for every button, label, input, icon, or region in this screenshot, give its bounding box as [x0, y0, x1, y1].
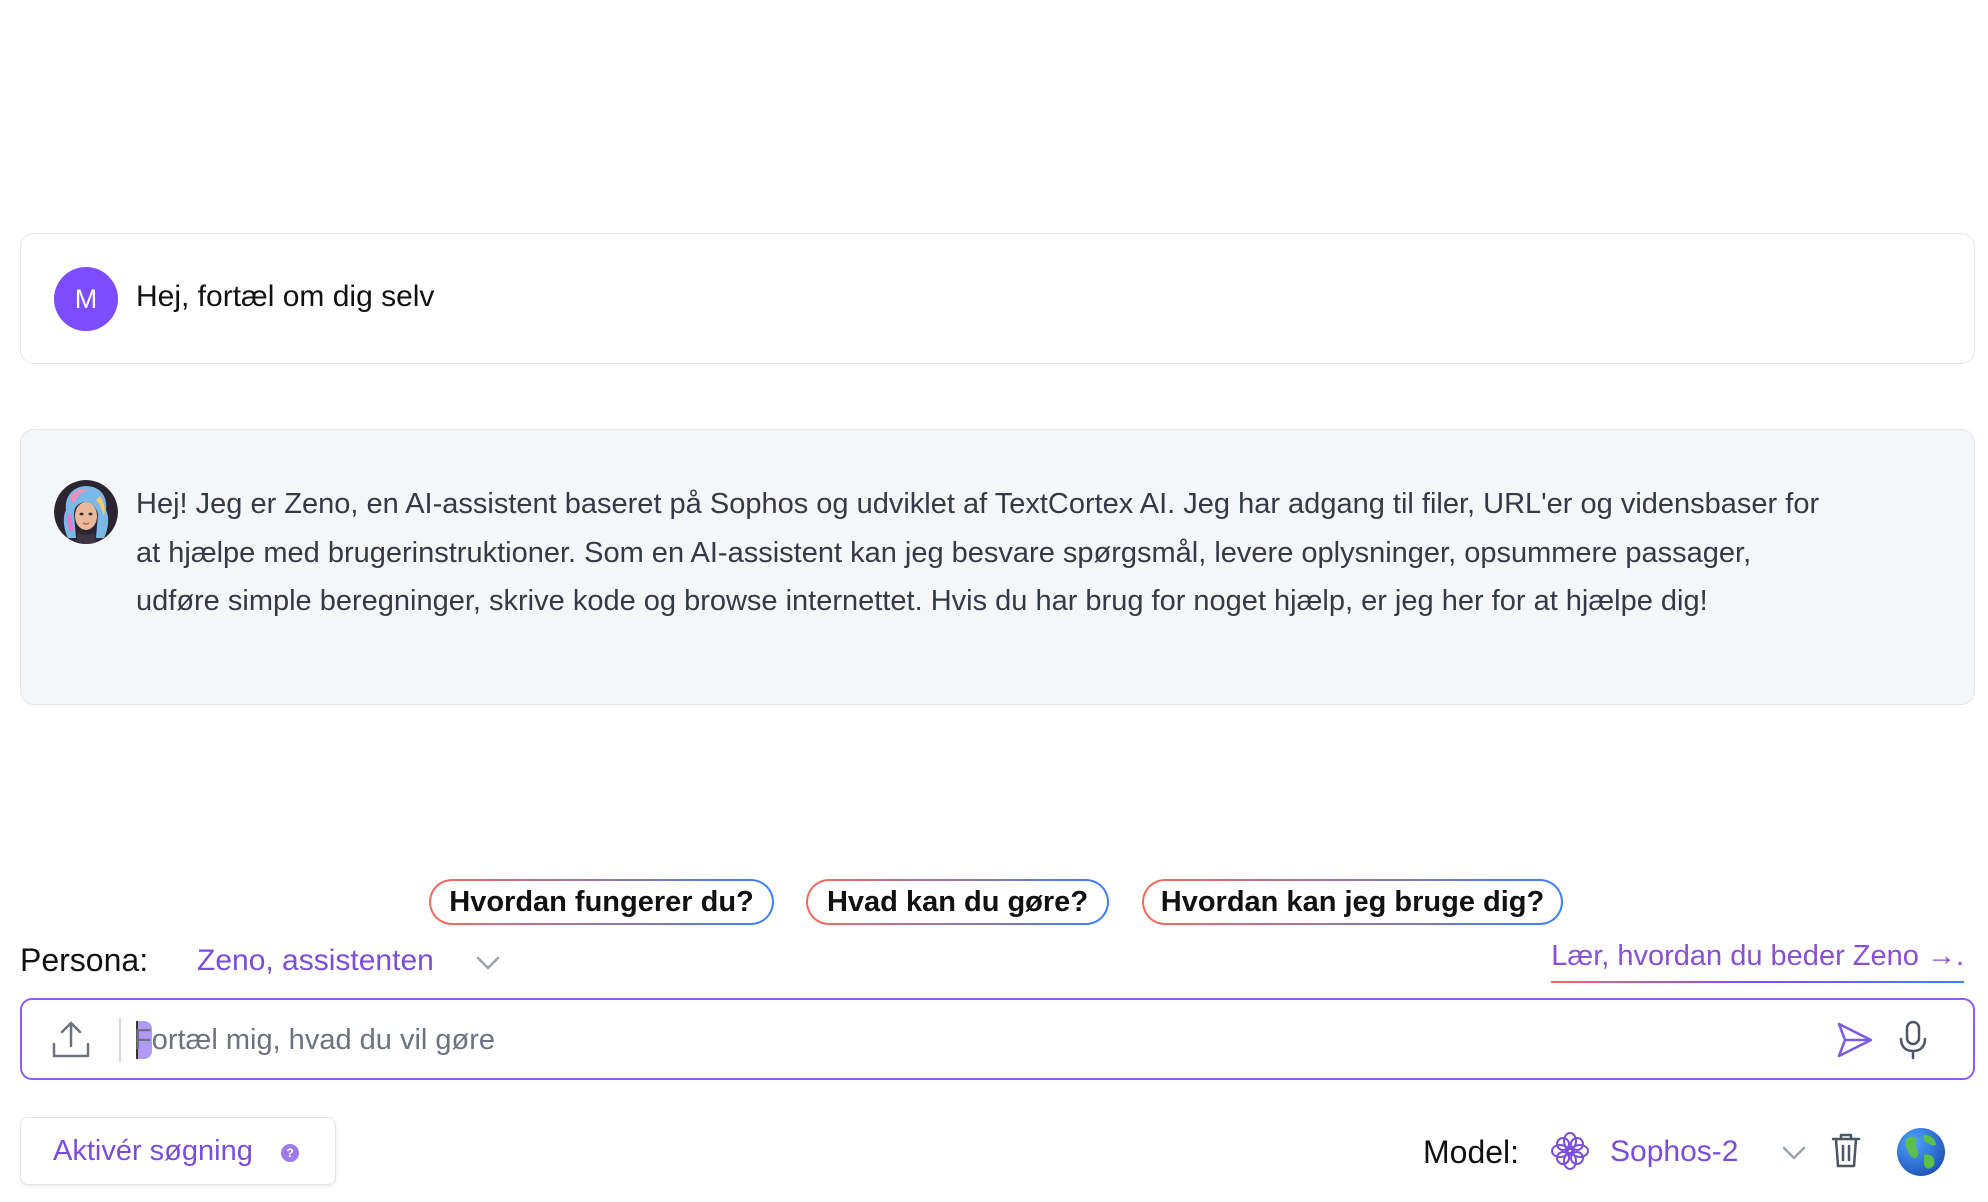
user-message-text: Hej, fortæl om dig selv [136, 280, 435, 313]
model-label: Model: [1423, 1134, 1520, 1170]
suggestion-chip-label: Hvordan fungerer du? [431, 881, 772, 923]
upload-icon[interactable] [50, 1020, 92, 1060]
chat-input[interactable] [134, 1012, 1784, 1068]
chat-input-box [20, 998, 1975, 1080]
activate-search-button[interactable]: Aktivér søgning ? [20, 1117, 336, 1185]
activate-search-label: Aktivér søgning [53, 1135, 253, 1167]
assistant-message: Hej! Jeg er Zeno, en AI-assistent basere… [20, 429, 1975, 705]
zeno-avatar-icon [54, 480, 118, 544]
send-icon[interactable] [1835, 1020, 1875, 1060]
suggestion-chip-label: Hvad kan du gøre? [808, 881, 1107, 923]
suggestion-chip-label: Hvordan kan jeg bruge dig? [1144, 881, 1561, 923]
question-mark-icon[interactable]: ? [281, 1144, 299, 1162]
learn-prompting-link[interactable]: Lær, hvordan du beder Zeno →. [1551, 940, 1964, 983]
flower-icon [1551, 1132, 1589, 1170]
user-avatar: M [54, 267, 118, 331]
microphone-icon[interactable] [1897, 1019, 1929, 1061]
suggestion-chip[interactable]: Hvordan fungerer du? [429, 879, 774, 925]
persona-label: Persona: [20, 942, 149, 978]
globe-icon[interactable] [1896, 1127, 1946, 1177]
persona-select[interactable]: Zeno, assistenten [197, 944, 434, 978]
suggestion-chip[interactable]: Hvad kan du gøre? [806, 879, 1109, 925]
chevron-down-icon[interactable] [474, 953, 502, 973]
user-message: M Hej, fortæl om dig selv [20, 233, 1975, 364]
suggestion-chip[interactable]: Hvordan kan jeg bruge dig? [1142, 879, 1563, 925]
input-divider [119, 1018, 121, 1062]
trash-icon[interactable] [1829, 1130, 1863, 1170]
assistant-message-text: Hej! Jeg er Zeno, en AI-assistent basere… [136, 488, 1820, 617]
model-select[interactable]: Sophos-2 [1610, 1135, 1738, 1169]
suggestion-chips: Hvordan fungerer du? Hvad kan du gøre? H… [0, 879, 1988, 925]
chevron-down-icon[interactable] [1780, 1143, 1808, 1163]
